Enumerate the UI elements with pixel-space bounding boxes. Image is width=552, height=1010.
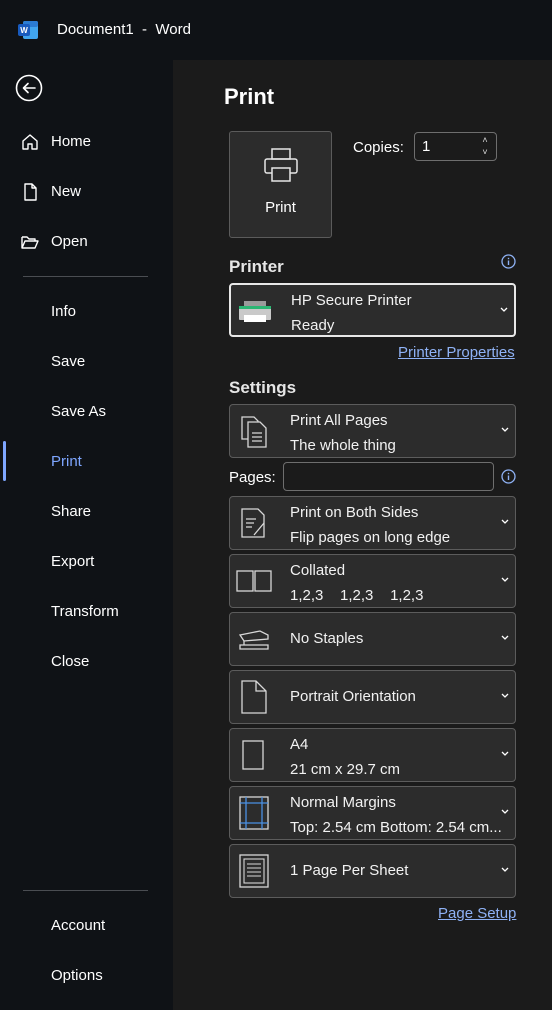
chevron-down-icon <box>500 307 508 312</box>
pages-input[interactable] <box>283 462 494 491</box>
folder-open-icon <box>21 236 39 249</box>
paper-size-icon <box>242 740 264 770</box>
nav-item-share[interactable]: Share <box>0 492 173 532</box>
printer-heading: Printer <box>229 257 284 276</box>
option-line1: Print on Both Sides <box>290 504 419 521</box>
option-line2: Flip pages on long edge <box>290 529 451 546</box>
chevron-down-icon[interactable]: ˅ <box>479 146 491 158</box>
page-title: Print <box>224 84 275 109</box>
copies-value: 1 <box>422 138 431 155</box>
title-bar: W Document1 - Word <box>0 0 552 60</box>
home-icon <box>22 134 38 150</box>
margins-icon <box>239 796 269 830</box>
chevron-up-icon[interactable]: ˄ <box>479 134 491 146</box>
nav-item-info[interactable]: Info <box>0 292 173 332</box>
page-setup-link[interactable]: Page Setup <box>438 905 516 922</box>
print-button[interactable]: Print <box>229 131 332 238</box>
copies-label: Copies: <box>353 139 404 156</box>
nav-item-export[interactable]: Export <box>0 542 173 582</box>
nav-item-home[interactable]: Home <box>0 122 173 162</box>
chevron-down-icon <box>501 635 509 640</box>
chevron-down-icon <box>501 693 509 698</box>
printer-status: Ready <box>291 317 335 334</box>
print-button-label: Print <box>265 199 296 216</box>
nav-item-save-as[interactable]: Save As <box>0 392 173 432</box>
nav-item-new[interactable]: New <box>0 172 173 212</box>
chevron-down-icon <box>501 577 509 582</box>
nav-label-save: Save <box>51 353 86 370</box>
nav-item-close[interactable]: Close <box>0 642 173 682</box>
nav-label-new: New <box>51 183 82 200</box>
print-panel: Print Print Copies: 1 ˄ ˅ Printer HP Sec… <box>173 60 552 1010</box>
new-document-icon <box>24 183 37 201</box>
chevron-down-icon <box>501 809 509 814</box>
info-icon[interactable] <box>501 254 516 269</box>
printer-name: HP Secure Printer <box>291 292 412 309</box>
paper-size-select[interactable]: A4 21 cm x 29.7 cm <box>229 728 516 782</box>
pages-label: Pages: <box>229 469 276 486</box>
nav-label-info: Info <box>51 303 77 320</box>
nav-label-print: Print <box>51 453 82 470</box>
nav-label-home: Home <box>51 133 92 150</box>
option-line1: No Staples <box>290 630 364 647</box>
nav-item-open[interactable]: Open <box>0 222 173 262</box>
backstage-nav: Home New Open Info Save Save As Print Sh… <box>0 60 173 1010</box>
option-line1: A4 <box>290 736 309 753</box>
nav-divider <box>23 276 148 277</box>
print-range-select[interactable]: Print All Pages The whole thing <box>229 404 516 458</box>
nav-item-account[interactable]: Account <box>0 906 173 946</box>
option-line2: 21 cm x 29.7 cm <box>290 761 401 778</box>
option-line1: Portrait Orientation <box>290 688 416 705</box>
chevron-down-icon <box>501 867 509 872</box>
option-line2: The whole thing <box>290 437 396 454</box>
printer-properties-link[interactable]: Printer Properties <box>398 344 515 361</box>
nav-label-close: Close <box>51 653 90 670</box>
margins-select[interactable]: Normal Margins Top: 2.54 cm Bottom: 2.54… <box>229 786 516 840</box>
info-icon[interactable] <box>501 469 516 484</box>
settings-heading: Settings <box>229 378 297 397</box>
printer-device-icon <box>239 301 271 322</box>
printer-select[interactable]: HP Secure Printer Ready <box>229 283 516 337</box>
collate-icon <box>236 570 272 592</box>
svg-text:W: W <box>20 26 28 35</box>
word-logo-icon: W <box>18 21 38 39</box>
option-line2: Top: 2.54 cm Bottom: 2.54 cm... <box>290 819 502 836</box>
nav-label-account: Account <box>51 917 106 934</box>
nav-item-transform[interactable]: Transform <box>0 592 173 632</box>
pages-per-sheet-icon <box>239 854 269 888</box>
option-line1: Normal Margins <box>290 794 396 811</box>
pages-icon <box>241 416 267 448</box>
nav-label-options: Options <box>51 967 103 984</box>
copies-stepper[interactable]: 1 ˄ ˅ <box>414 132 497 161</box>
collation-select[interactable]: Collated 1,2,3 1,2,3 1,2,3 <box>229 554 516 608</box>
orientation-select[interactable]: Portrait Orientation <box>229 670 516 724</box>
nav-label-open: Open <box>51 233 88 250</box>
staple-select[interactable]: No Staples <box>229 612 516 666</box>
option-line1: Collated <box>290 562 346 579</box>
nav-item-print[interactable]: Print <box>0 442 173 482</box>
stapler-icon <box>238 630 269 650</box>
nav-label-export: Export <box>51 553 95 570</box>
nav-label-share: Share <box>51 503 92 520</box>
chevron-down-icon <box>501 427 509 432</box>
option-line1: Print All Pages <box>290 412 388 429</box>
duplex-select[interactable]: Print on Both Sides Flip pages on long e… <box>229 496 516 550</box>
nav-item-save[interactable]: Save <box>0 342 173 382</box>
nav-divider-bottom <box>23 890 148 891</box>
duplex-icon <box>241 508 265 538</box>
chevron-down-icon <box>501 519 509 524</box>
printer-icon <box>264 148 298 182</box>
portrait-icon <box>241 680 267 714</box>
option-line2: 1,2,3 1,2,3 1,2,3 <box>290 587 424 604</box>
nav-label-transform: Transform <box>51 603 119 620</box>
chevron-down-icon <box>501 751 509 756</box>
back-arrow-icon[interactable] <box>15 74 43 102</box>
pages-per-sheet-select[interactable]: 1 Page Per Sheet <box>229 844 516 898</box>
nav-item-options[interactable]: Options <box>0 956 173 996</box>
option-line1: 1 Page Per Sheet <box>290 862 409 879</box>
nav-label-save-as: Save As <box>51 403 107 420</box>
document-title: Document1 - Word <box>57 21 191 38</box>
